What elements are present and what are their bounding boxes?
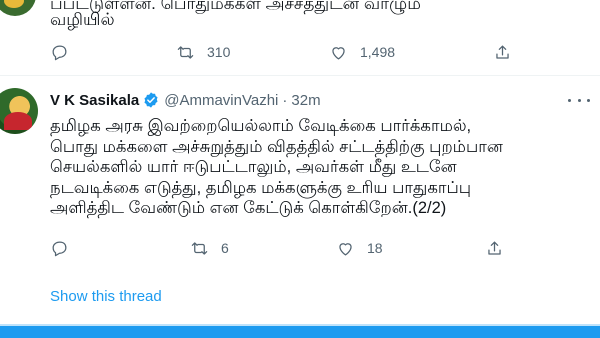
like-count: 18: [367, 240, 383, 256]
tweet-text-line: பொது மக்களை அச்சுறுத்தும் விதத்தில் சட்ட…: [50, 137, 503, 156]
like-count: 1,498: [360, 44, 396, 60]
share-button[interactable]: [485, 236, 504, 260]
bottom-accent-bar: [0, 326, 600, 338]
previous-tweet-text: வழியில்: [50, 10, 115, 29]
retweet-icon: [177, 45, 194, 59]
share-icon: [488, 241, 501, 255]
tweet-text: தமிழக அரசு இவற்றையெல்லாம் வேடிக்கை பார்க…: [50, 116, 600, 219]
more-icon: [568, 98, 571, 102]
tweet-text-line: நடவடிக்கை எடுத்து, தமிழக மக்களுக்கு உரிய…: [50, 178, 472, 197]
more-options-button[interactable]: [568, 90, 590, 110]
share-icon: [496, 45, 509, 59]
like-icon: [339, 242, 352, 255]
author-handle[interactable]: @AmmavinVazhi: [164, 92, 278, 109]
show-thread-link[interactable]: Show this thread: [50, 288, 162, 305]
verified-badge-icon: [142, 91, 160, 109]
like-icon: [332, 46, 345, 59]
reply-icon: [52, 241, 67, 256]
retweet-button[interactable]: 310: [176, 40, 230, 64]
tweet-divider: [0, 75, 600, 76]
tweet-header: V K Sasikala @AmmavinVazhi · 32m: [50, 89, 321, 111]
header-separator: ·: [282, 91, 288, 109]
avatar[interactable]: [0, 88, 38, 134]
retweet-button[interactable]: 6: [190, 236, 229, 260]
tweet-text-line: செயல்களில் யார் ஈடுபட்டாலும், அவர்கள் மீ…: [50, 158, 457, 176]
previous-tweet-avatar[interactable]: [0, 0, 36, 16]
tweet-text-line: தமிழக அரசு இவற்றையெல்லாம் வேடிக்கை பார்க…: [50, 117, 472, 135]
retweet-icon: [191, 241, 208, 255]
tweet-actions: 6 18: [0, 236, 600, 260]
reply-button[interactable]: [50, 236, 69, 260]
retweet-count: 6: [221, 240, 229, 256]
tweet-text-line: அளித்திட வேண்டும் என கேட்டுக் கொள்கிறேன்…: [50, 199, 447, 217]
author-name[interactable]: V K Sasikala: [50, 92, 139, 109]
retweet-count: 310: [207, 44, 231, 60]
previous-tweet-actions: 310 1,498: [0, 40, 600, 64]
previous-tweet[interactable]: ப்பட்டுள்ளன. பொதுமக்கள் அச்சத்துடன் வாழு…: [0, 0, 600, 75]
share-button[interactable]: [493, 40, 512, 64]
reply-button[interactable]: [50, 40, 69, 64]
like-button[interactable]: 1,498: [329, 40, 395, 64]
tweet-timestamp[interactable]: 32m: [291, 92, 320, 109]
like-button[interactable]: 18: [336, 236, 383, 260]
reply-icon: [52, 45, 67, 60]
